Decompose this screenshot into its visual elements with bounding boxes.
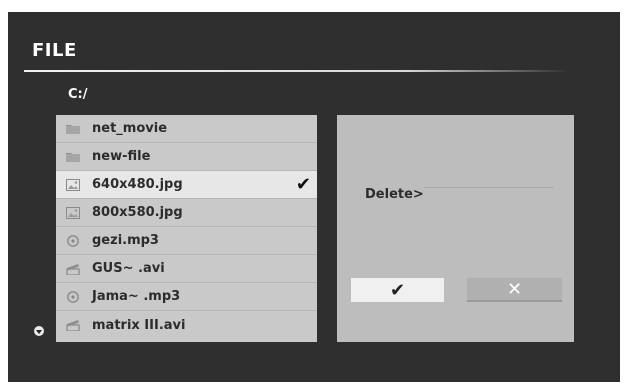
delete-action-panel: Delete> ✔ ✕	[337, 115, 574, 342]
file-row-net-movie[interactable]: net_movie	[56, 115, 317, 143]
file-row-matrix-iii-avi[interactable]: matrix III.avi	[56, 311, 317, 339]
delete-divider	[424, 187, 554, 188]
folder-icon	[64, 120, 82, 138]
file-row-gus-avi[interactable]: GUS~ .avi	[56, 255, 317, 283]
cancel-button[interactable]: ✕	[467, 278, 562, 302]
page-title: FILE	[32, 40, 77, 61]
file-name: Jama~ .mp3	[92, 289, 181, 304]
file-row-gezi-mp3[interactable]: gezi.mp3	[56, 227, 317, 255]
image-icon	[64, 176, 82, 194]
file-row-800x580-jpg[interactable]: 800x580.jpg	[56, 199, 317, 227]
file-name: net_movie	[92, 121, 168, 136]
music-icon	[64, 232, 82, 250]
file-name: new-file	[92, 149, 151, 164]
video-icon	[64, 260, 82, 278]
checkmark-icon: ✔	[389, 279, 406, 301]
confirm-button[interactable]: ✔	[351, 278, 444, 302]
file-name: 640x480.jpg	[92, 177, 183, 192]
file-row-640x480-jpg[interactable]: 640x480.jpg ✔	[56, 171, 317, 199]
file-name: matrix III.avi	[92, 317, 186, 333]
video-icon	[64, 316, 82, 334]
file-name: GUS~ .avi	[92, 261, 165, 276]
file-name: 800x580.jpg	[92, 205, 183, 220]
file-name: gezi.mp3	[92, 233, 159, 248]
music-icon	[64, 288, 82, 306]
file-row-new-file[interactable]: new-file	[56, 143, 317, 171]
file-row-jama-mp3[interactable]: Jama~ .mp3	[56, 283, 317, 311]
image-icon	[64, 204, 82, 222]
current-path: C:/	[68, 87, 88, 102]
close-icon: ✕	[506, 278, 523, 300]
file-list: net_movie new-file 640x480.jpg ✔ 800x580…	[56, 115, 317, 342]
checkmark-icon: ✔	[295, 174, 311, 195]
title-divider	[24, 70, 569, 72]
folder-icon	[64, 148, 82, 166]
scroll-down-icon[interactable]	[34, 326, 44, 336]
delete-label: Delete>	[365, 187, 424, 202]
